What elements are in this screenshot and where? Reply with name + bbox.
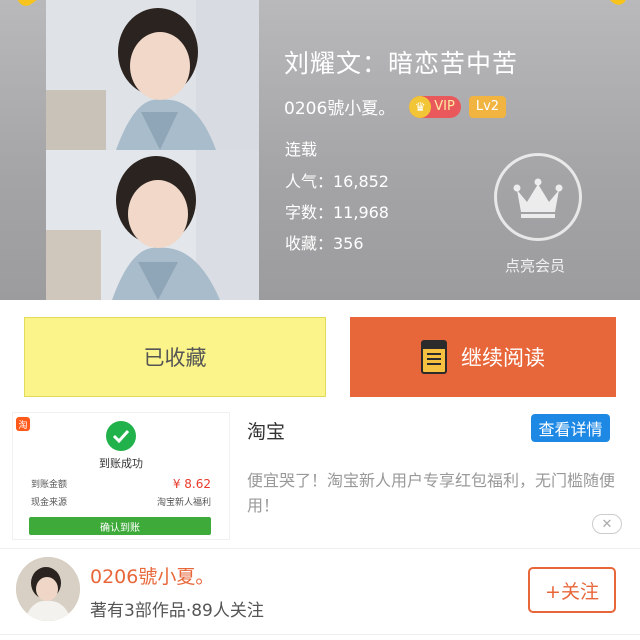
member-button[interactable] — [494, 153, 582, 241]
receipt-amount-label: 到账金额 — [31, 480, 68, 490]
check-icon — [106, 421, 136, 451]
book-header: 刘耀文：暗恋苦中苦 0206號小夏。 ♛ VIP Lv2 连载 人气：16,85… — [0, 0, 640, 300]
book-icon — [421, 340, 447, 374]
avatar[interactable] — [16, 557, 80, 621]
divider — [0, 548, 640, 549]
corner-decoration-left — [15, 0, 43, 10]
book-title: 刘耀文：暗恋苦中苦 — [284, 49, 519, 78]
follow-button[interactable]: +关注 — [528, 567, 616, 613]
ad-detail-button[interactable]: 查看详情 — [531, 414, 610, 442]
receipt-amount: ¥ 8.62 — [172, 477, 211, 491]
receipt-source-row: 现金来源 淘宝新人福利 — [31, 495, 211, 508]
receipt-amount-row: 到账金额 ¥ 8.62 — [31, 477, 211, 491]
receipt-source: 淘宝新人福利 — [156, 498, 211, 508]
favorites-text: 收藏：356 — [285, 234, 364, 253]
popularity-text: 人气：16,852 — [285, 172, 389, 191]
close-icon[interactable]: ✕ — [592, 514, 622, 534]
ad-description[interactable]: 便宜哭了！淘宝新人用户专享红包福利，无门槛随便用！ — [247, 468, 627, 518]
profile-meta: 著有3部作品·89人关注 — [90, 601, 264, 621]
taobao-logo-icon: 淘 — [16, 417, 30, 431]
level-badge: Lv2 — [468, 95, 507, 118]
member-label[interactable]: 点亮会员 — [505, 255, 565, 276]
continue-reading-label: 继续阅读 — [461, 346, 545, 370]
cover-image — [46, 0, 259, 300]
corner-decoration-right — [605, 0, 629, 8]
vip-label: VIP — [434, 99, 455, 114]
continue-reading-button[interactable]: 继续阅读 — [350, 317, 616, 397]
vip-crown-icon: ♛ — [409, 95, 432, 118]
word-count-text: 字数：11,968 — [285, 203, 389, 222]
book-cover[interactable] — [46, 0, 259, 300]
author-row: 0206號小夏。 ♛ VIP Lv2 — [284, 94, 507, 119]
ad-thumbnail[interactable]: 淘 到账成功 到账金额 ¥ 8.62 现金来源 淘宝新人福利 确认到账 — [12, 412, 230, 540]
crown-icon — [513, 178, 563, 218]
receipt-source-label: 现金来源 — [31, 498, 68, 508]
author-name[interactable]: 0206號小夏。 — [284, 94, 395, 119]
receipt-confirm-button: 确认到账 — [29, 517, 211, 535]
status-text: 连载 — [285, 140, 318, 159]
ad-source[interactable]: 淘宝 — [247, 417, 285, 444]
receipt-title: 到账成功 — [99, 457, 143, 470]
favorited-button[interactable]: 已收藏 — [24, 317, 326, 397]
divider-bottom — [0, 634, 640, 635]
profile-name[interactable]: 0206號小夏。 — [90, 562, 214, 589]
vip-badge: ♛ VIP — [409, 95, 461, 118]
